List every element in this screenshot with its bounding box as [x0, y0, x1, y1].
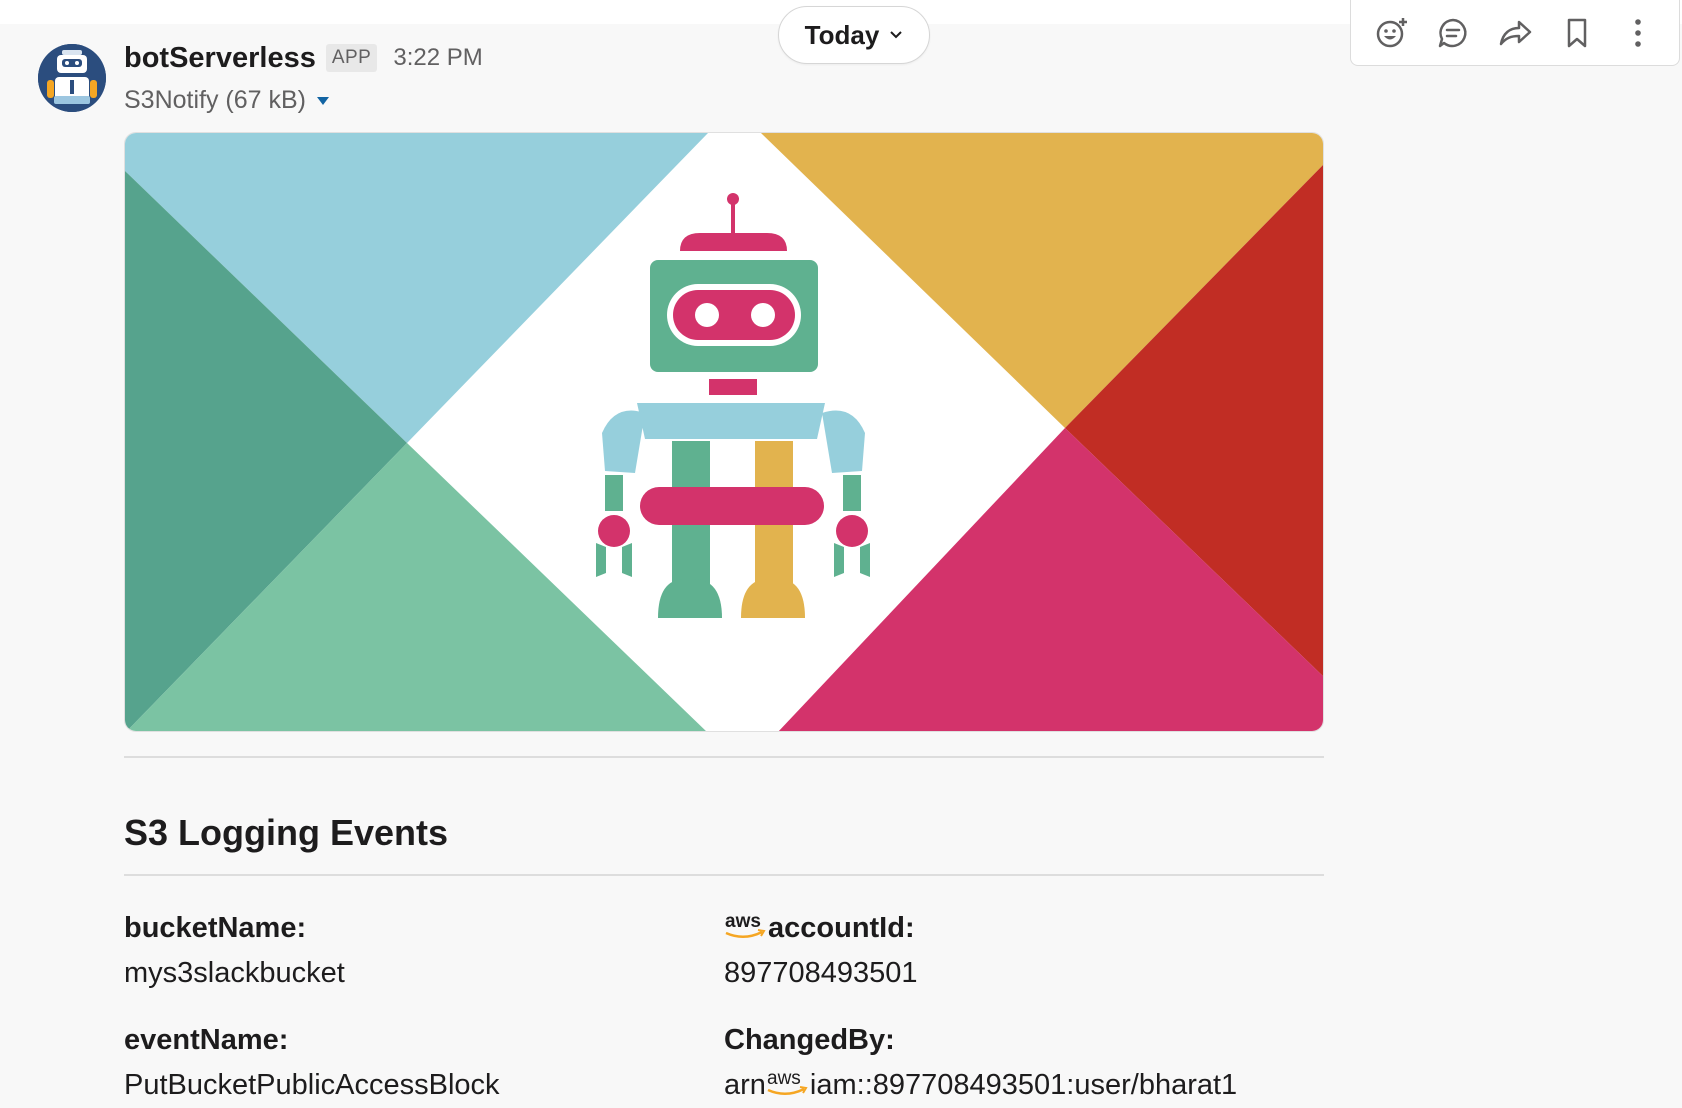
reply-thread-button[interactable] — [1431, 11, 1475, 55]
aws-logo-text-2: aws — [767, 1068, 801, 1089]
chevron-down-icon — [890, 31, 903, 39]
file-label: S3Notify (67 kB) — [124, 86, 307, 114]
sender-name[interactable]: botServerless — [124, 42, 316, 75]
message-timestamp[interactable]: 3:22 PM — [393, 44, 482, 72]
caret-down-icon — [317, 96, 330, 105]
bucket-name-label: bucketName: — [124, 912, 307, 944]
section-divider-bottom — [124, 874, 1324, 876]
account-id-label: accountId: — [768, 912, 915, 944]
event-name-field: eventName: PutBucketPublicAccessBlock — [124, 1024, 500, 1102]
bookmark-icon — [1567, 18, 1586, 47]
changed-by-field: ChangedBy: arn aws iam::897708493501:use… — [724, 1024, 1237, 1102]
changed-by-value: arn aws iam::897708493501:user/bharat1 — [724, 1068, 1238, 1102]
message-actions-toolbar — [1350, 0, 1680, 66]
aws-logo-icon-2: aws — [766, 1068, 810, 1098]
app-badge: APP — [325, 44, 378, 72]
section-title: S3 Logging Events — [124, 812, 449, 853]
aws-logo-icon: aws — [724, 911, 768, 941]
account-id-field: aws accountId: 897708493501 — [724, 911, 918, 990]
bucket-name-field: bucketName: mys3slackbucket — [124, 912, 345, 990]
add-reaction-button[interactable] — [1370, 11, 1414, 55]
more-actions-button[interactable] — [1616, 11, 1660, 55]
event-name-value: PutBucketPublicAccessBlock — [124, 1069, 500, 1101]
date-divider-button[interactable]: Today — [778, 6, 930, 64]
changed-by-label: ChangedBy: — [724, 1024, 895, 1056]
changed-by-prefix: arn — [724, 1069, 766, 1101]
account-id-value: 897708493501 — [724, 957, 918, 989]
bucket-name-value: mys3slackbucket — [124, 957, 345, 989]
message-header: botServerless APP 3:22 PM — [124, 38, 483, 78]
changed-by-suffix: iam::897708493501:user/bharat1 — [809, 1069, 1238, 1101]
bot-avatar[interactable] — [38, 44, 106, 112]
date-divider-label: Today — [804, 19, 880, 50]
attachment-image[interactable] — [124, 132, 1324, 732]
event-name-label: eventName: — [124, 1024, 289, 1056]
aws-logo-text: aws — [725, 911, 761, 932]
more-actions-icon — [1635, 18, 1641, 47]
share-icon — [1499, 20, 1532, 45]
file-attachment-header[interactable]: S3Notify (67 kB) — [124, 86, 330, 115]
reply-thread-icon — [1439, 18, 1467, 47]
share-button[interactable] — [1493, 11, 1537, 55]
section-divider-top — [124, 756, 1324, 758]
robot-banner-image — [125, 133, 1323, 731]
bookmark-button[interactable] — [1555, 11, 1599, 55]
add-reaction-icon — [1376, 17, 1407, 47]
robot-avatar-icon — [38, 44, 106, 112]
